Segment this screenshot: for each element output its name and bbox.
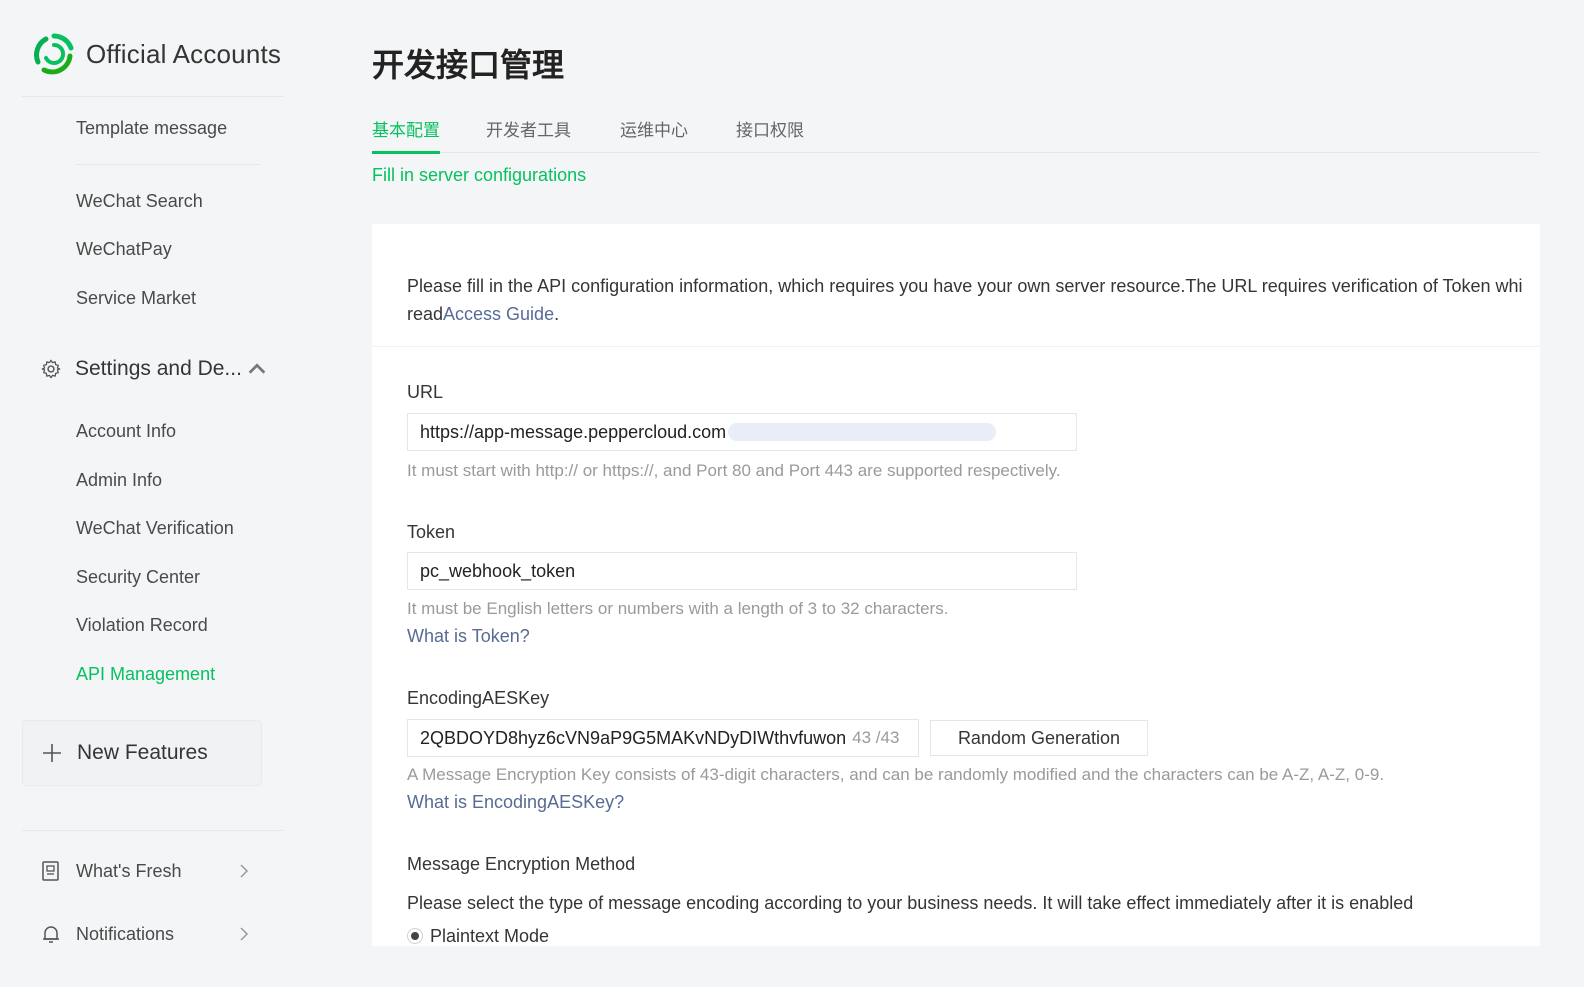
sidebar-item-api-management[interactable]: API Management (76, 664, 215, 685)
aes-key-value: 2QBDOYD8hyz6cVN9aP9G5MAKvNDyDIWthvfuwon (420, 727, 847, 748)
intro-end: . (554, 304, 560, 324)
sidebar-item-violation-record[interactable]: Violation Record (76, 615, 208, 636)
token-value: pc_webhook_token (420, 560, 576, 581)
app-root: Official Accounts Template message WeCha… (0, 0, 1584, 987)
access-guide-link[interactable]: Access Guide (443, 304, 554, 324)
url-hint: It must start with http:// or https://, … (407, 461, 1061, 480)
intro-line: Please fill in the API configuration inf… (407, 276, 1523, 296)
sidebar-item-wechatpay[interactable]: WeChatPay (76, 239, 172, 260)
radio-dot (411, 932, 419, 940)
url-label: URL (407, 382, 444, 402)
sidebar-group-label: Settings and De... (75, 357, 242, 380)
sidebar-item-whats-fresh[interactable]: What's Fresh (40, 856, 250, 886)
token-input[interactable]: pc_webhook_token (407, 552, 1077, 590)
url-value: https://app-message.peppercloud.com (420, 421, 727, 442)
random-generation-button[interactable]: Random Generation (930, 720, 1148, 756)
sidebar-item-wechat-verification[interactable]: WeChat Verification (76, 518, 234, 539)
plus-icon (43, 744, 61, 762)
server-config-card: Please fill in the API configuration inf… (372, 224, 1540, 946)
sidebar-group-settings[interactable]: Settings and De... (40, 354, 268, 384)
what-is-aes-key-link[interactable]: What is EncodingAESKey? (407, 792, 624, 813)
token-hint: It must be English letters or numbers wi… (407, 599, 949, 618)
encryption-method-label: Message Encryption Method (407, 854, 636, 874)
aes-key-input[interactable]: 2QBDOYD8hyz6cVN9aP9G5MAKvNDyDIWthvfuwon … (407, 719, 919, 757)
sidebar-item-service-market[interactable]: Service Market (76, 288, 196, 309)
official-accounts-logo-icon (34, 33, 74, 75)
chevron-up-icon (248, 363, 266, 374)
sidebar-item-notifications[interactable]: Notifications (40, 919, 250, 949)
breadcrumb-server-config[interactable]: Fill in server configurations (372, 165, 586, 186)
new-features-button[interactable]: New Features (22, 720, 262, 786)
tab-api-permissions[interactable]: 接口权限 (736, 116, 804, 153)
token-label: Token (407, 522, 456, 542)
whats-fresh-label: What's Fresh (76, 860, 182, 881)
sidebar-item-security-center[interactable]: Security Center (76, 567, 200, 588)
tab-basic-config[interactable]: 基本配置 (372, 116, 440, 154)
gear-icon (41, 359, 61, 379)
sidebar-divider (76, 164, 260, 165)
what-is-token-link[interactable]: What is Token? (407, 626, 530, 647)
sidebar-item-admin-info[interactable]: Admin Info (76, 470, 162, 491)
tab-developer-tools[interactable]: 开发者工具 (486, 116, 571, 153)
intro-read: read (407, 304, 444, 324)
aes-key-counter: 43 /43 (852, 728, 900, 747)
bell-icon (43, 926, 59, 943)
intro-text: Please fill in the API configuration inf… (407, 272, 1540, 328)
sidebar: Official Accounts Template message WeCha… (0, 0, 300, 987)
page-title: 开发接口管理 (372, 47, 565, 83)
new-features-label: New Features (77, 741, 208, 764)
sidebar-item-wechat-search[interactable]: WeChat Search (76, 191, 203, 212)
tab-bar: 基本配置 开发者工具 运维中心 接口权限 (372, 116, 1540, 154)
sidebar-item-account-info[interactable]: Account Info (76, 421, 176, 442)
chevron-right-icon (240, 927, 249, 941)
url-input[interactable]: https://app-message.peppercloud.com (407, 413, 1077, 451)
sidebar-item-template-message[interactable]: Template message (76, 118, 227, 139)
aes-hint: A Message Encryption Key consists of 43-… (407, 765, 1385, 784)
book-icon (42, 861, 59, 881)
plaintext-mode-label: Plaintext Mode (430, 925, 550, 946)
chevron-right-icon (240, 864, 249, 878)
sidebar-divider (22, 830, 284, 831)
brand[interactable]: Official Accounts (32, 30, 281, 78)
encryption-method-desc: Please select the type of message encodi… (407, 893, 1414, 913)
sidebar-divider (22, 96, 284, 97)
tab-ops-center[interactable]: 运维中心 (620, 116, 688, 153)
intro-divider (372, 346, 1540, 347)
radio-button[interactable] (407, 928, 423, 944)
aes-label: EncodingAESKey (407, 688, 550, 708)
brand-title: Official Accounts (86, 38, 282, 69)
notifications-label: Notifications (76, 923, 175, 944)
intro-line-2: readAccess Guide. (407, 300, 1540, 328)
radio-plaintext-mode[interactable]: Plaintext Mode (407, 924, 549, 946)
redacted-url-segment (728, 423, 997, 441)
